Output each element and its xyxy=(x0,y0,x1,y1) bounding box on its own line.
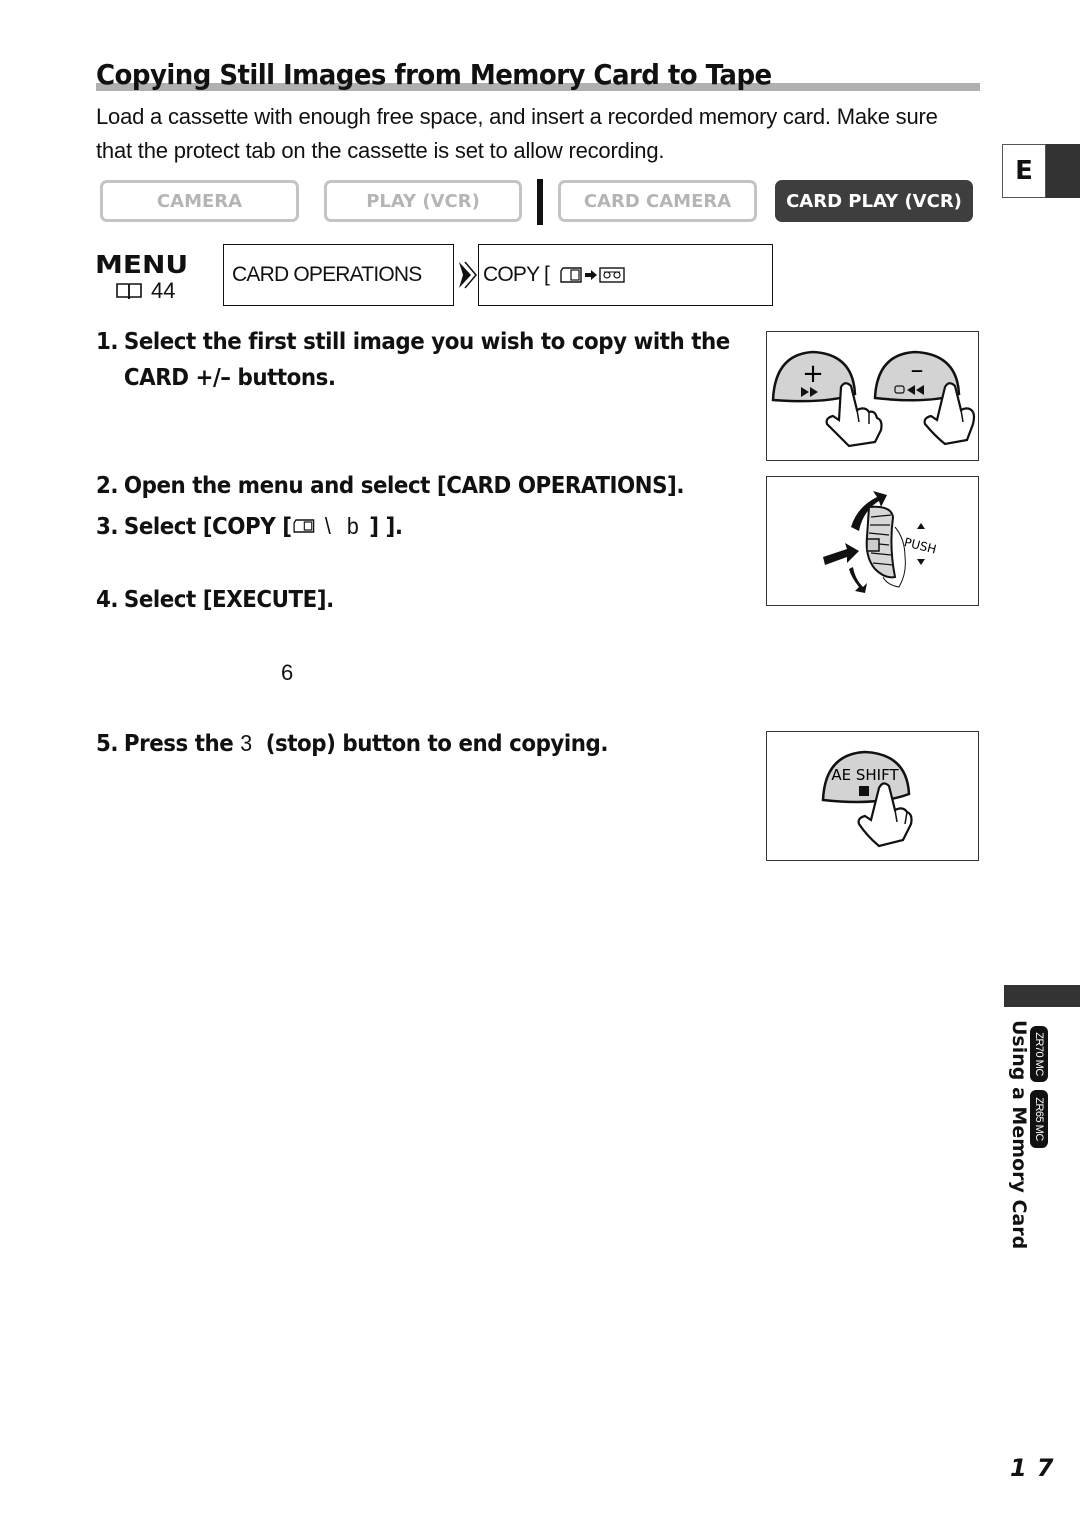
stop-button-drawing: AE SHIFT xyxy=(821,750,913,848)
page-ref-number: 44 xyxy=(151,278,176,303)
step-4: 4. Select [EXECUTE]. xyxy=(96,582,334,618)
mode-label: CAMERA xyxy=(156,190,243,212)
mode-card-play-vcr: CARD PLAY (VCR) xyxy=(775,180,973,222)
menu-path-text: COPY [ xyxy=(483,263,550,286)
card-buttons-drawing: + – xyxy=(771,350,976,448)
step-text-continued: CARD +/– buttons. xyxy=(123,365,336,391)
up-triangle-icon xyxy=(917,523,925,529)
push-arrow-icon xyxy=(823,543,859,565)
plus-label: + xyxy=(802,359,824,389)
stop-button-illustration: AE SHIFT xyxy=(766,731,979,861)
step-number: 2. xyxy=(96,473,119,499)
step-1: 1. Select the first still image you wish … xyxy=(96,324,730,396)
minus-label: – xyxy=(911,355,924,385)
selector-dial-illustration: PUSH xyxy=(766,476,979,606)
stray-glyph: 6 xyxy=(281,660,294,685)
mode-label: CARD PLAY (VCR) xyxy=(786,190,962,212)
mode-camera: CAMERA xyxy=(100,180,299,222)
stop-glyph: 3 xyxy=(240,730,252,756)
card-buttons-illustration: + – xyxy=(766,331,979,461)
ae-shift-label: AE SHIFT xyxy=(831,766,899,784)
step-text: Select [EXECUTE]. xyxy=(123,587,334,613)
menu-path-text: CARD OPERATIONS xyxy=(232,263,422,286)
book-icon xyxy=(116,283,142,300)
cassette-icon xyxy=(599,267,625,283)
menu-path-copy: COPY [ xyxy=(478,244,773,306)
page-title: Copying Still Images from Memory Card to… xyxy=(96,58,772,91)
menu-label: MENU xyxy=(95,250,189,279)
mode-play-vcr: PLAY (VCR) xyxy=(324,180,522,222)
step-3: 3. Select [COPY [ \ b ] ]. xyxy=(96,508,403,545)
selector-dial-drawing: PUSH xyxy=(823,491,938,593)
language-letter: E xyxy=(1002,144,1046,198)
section-title: Using a Memory Card xyxy=(1008,1020,1030,1250)
mode-separator xyxy=(537,179,543,225)
language-tab-marker xyxy=(1046,144,1080,198)
down-triangle-icon xyxy=(917,559,925,565)
step-5: 5. Press the 3 (stop) button to end copyi… xyxy=(96,725,609,762)
intro-paragraph: Load a cassette with enough free space, … xyxy=(96,104,938,163)
copy-card-to-tape-icon xyxy=(560,267,625,283)
step-text: Select the first still image you wish to… xyxy=(123,329,730,355)
mode-label: CARD CAMERA xyxy=(583,190,732,212)
chevron-right-icon xyxy=(459,261,477,289)
section-marker-bar xyxy=(1004,985,1080,1007)
step-glyphs: \ b xyxy=(319,513,370,539)
step-text: ] ]. xyxy=(369,514,403,540)
mode-card-camera: CARD CAMERA xyxy=(558,180,757,222)
model-badge: ZR70 MC xyxy=(1030,1026,1048,1082)
stop-icon xyxy=(859,786,869,796)
language-tab: E xyxy=(1002,144,1080,198)
model-name: ZR70 MC xyxy=(1033,1032,1045,1076)
step-number: 1. xyxy=(96,329,119,355)
push-label: PUSH xyxy=(903,535,938,556)
model-badge: ZR65 MC xyxy=(1030,1090,1048,1148)
step-number: 3. xyxy=(96,514,119,540)
menu-page-reference: 44 xyxy=(115,278,175,304)
step-number: 4. xyxy=(96,587,119,613)
step-number: 5. xyxy=(96,731,119,757)
step-text: Open the menu and select [CARD OPERATION… xyxy=(123,473,685,499)
step-text: Select [COPY [ xyxy=(123,514,292,540)
model-badges: ZR70 MC ZR65 MC xyxy=(1030,1026,1050,1156)
mode-label: PLAY (VCR) xyxy=(366,190,480,212)
arrow-right-icon xyxy=(585,270,598,280)
rotate-down-arrow-icon xyxy=(849,567,867,593)
memory-card-icon xyxy=(560,267,582,283)
model-name: ZR65 MC xyxy=(1033,1097,1045,1141)
menu-path-card-operations: CARD OPERATIONS xyxy=(223,244,454,306)
memory-card-icon xyxy=(293,519,315,533)
step-text: Press the xyxy=(123,731,241,757)
page-number: 17 xyxy=(1010,1454,1064,1482)
step-text: (stop) button to end copying. xyxy=(251,731,609,757)
step-2: 2. Open the menu and select [CARD OPERATI… xyxy=(96,468,684,504)
